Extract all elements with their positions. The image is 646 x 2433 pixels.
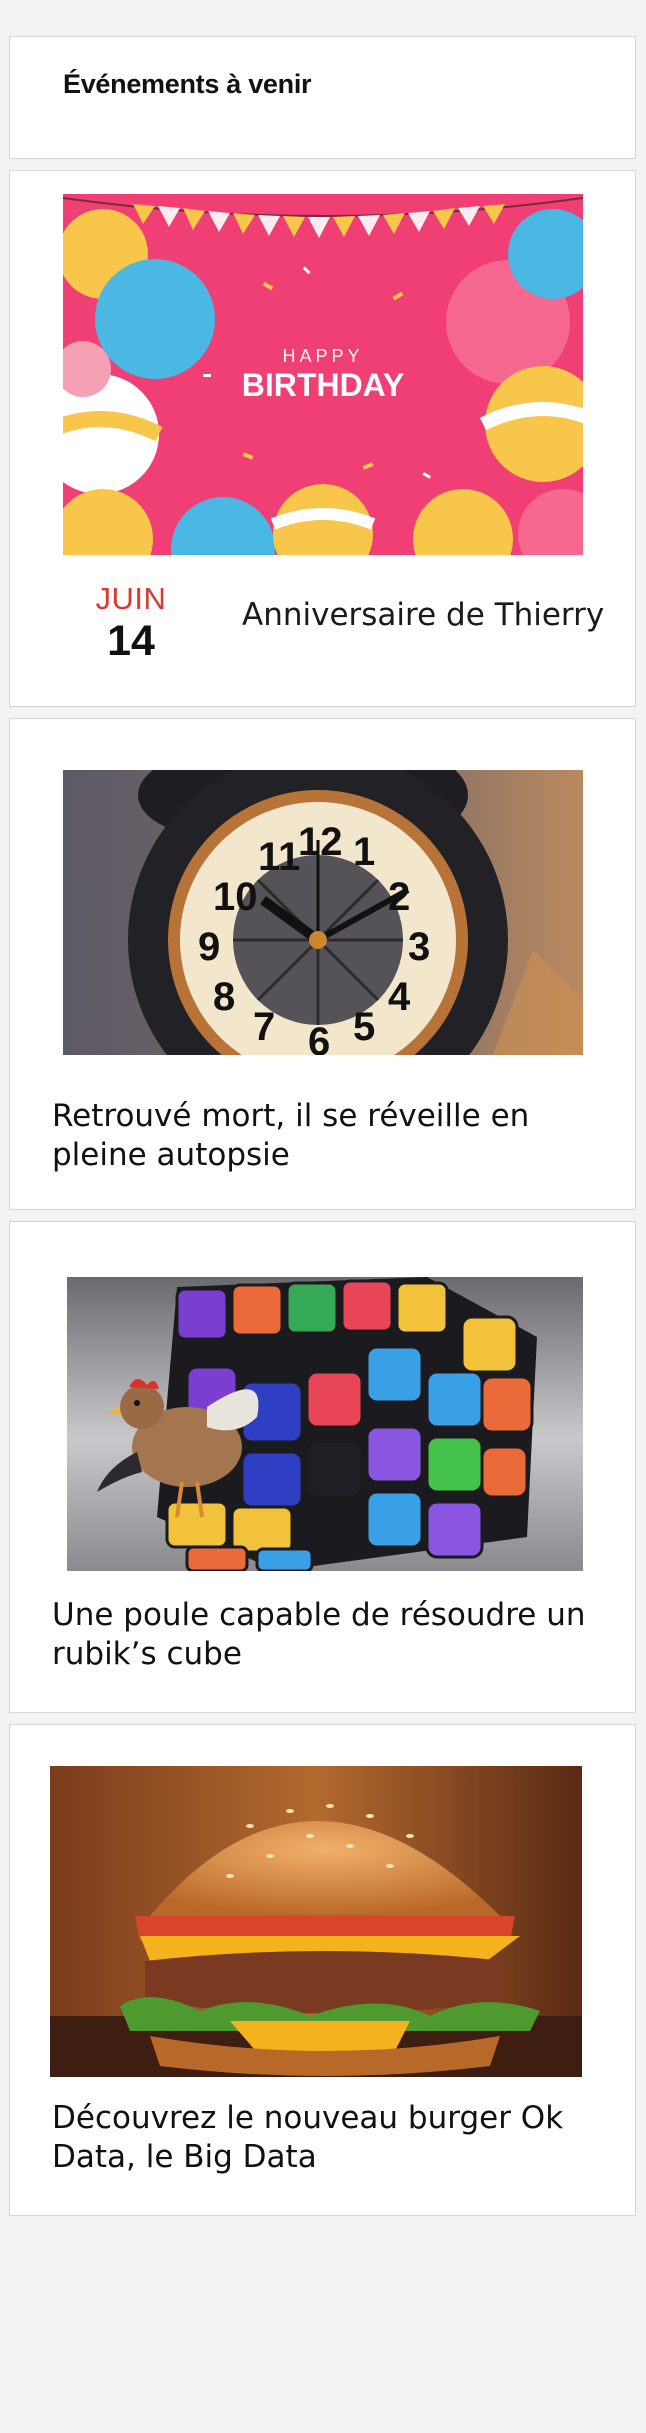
chicken-rubiks-image [67,1277,583,1571]
svg-text:1: 1 [353,830,375,874]
event-month: JUIN [95,581,167,616]
svg-text:8: 8 [213,975,235,1019]
svg-text:3: 3 [408,925,430,969]
event-card[interactable]: HAPPY BIRTHDAY JUIN 14 Anniversaire de T… [9,170,636,707]
svg-text:11: 11 [258,835,300,879]
svg-text:6: 6 [308,1020,330,1055]
alarm-clock-image: 121 1110 98 76 54 32 [63,770,583,1055]
article-card[interactable]: Une poule capable de résoudre un rubik’s… [9,1221,636,1713]
article-card[interactable]: Découvrez le nouveau burger Ok Data, le … [9,1724,636,2216]
birthday-image: HAPPY BIRTHDAY [63,194,583,555]
birthday-large-text: BIRTHDAY [242,367,404,403]
article-title[interactable]: Retrouvé mort, il se réveille en pleine … [52,1097,612,1175]
svg-text:10: 10 [213,875,258,919]
burger-image [50,1766,582,2077]
event-day: 14 [107,617,155,665]
birthday-small-text: HAPPY [282,346,363,366]
svg-text:9: 9 [198,925,220,969]
svg-text:5: 5 [353,1005,375,1049]
article-title[interactable]: Une poule capable de résoudre un rubik’s… [52,1596,612,1674]
svg-text:7: 7 [253,1005,275,1049]
section-title: Événements à venir [63,69,312,99]
article-title[interactable]: Découvrez le nouveau burger Ok Data, le … [52,2099,612,2177]
svg-text:12: 12 [298,820,343,864]
events-header-card: Événements à venir [9,36,636,159]
svg-text:4: 4 [388,975,411,1019]
event-name[interactable]: Anniversaire de Thierry [242,597,604,633]
article-card[interactable]: 121 1110 98 76 54 32 Retrouvé mort, il s… [9,718,636,1210]
